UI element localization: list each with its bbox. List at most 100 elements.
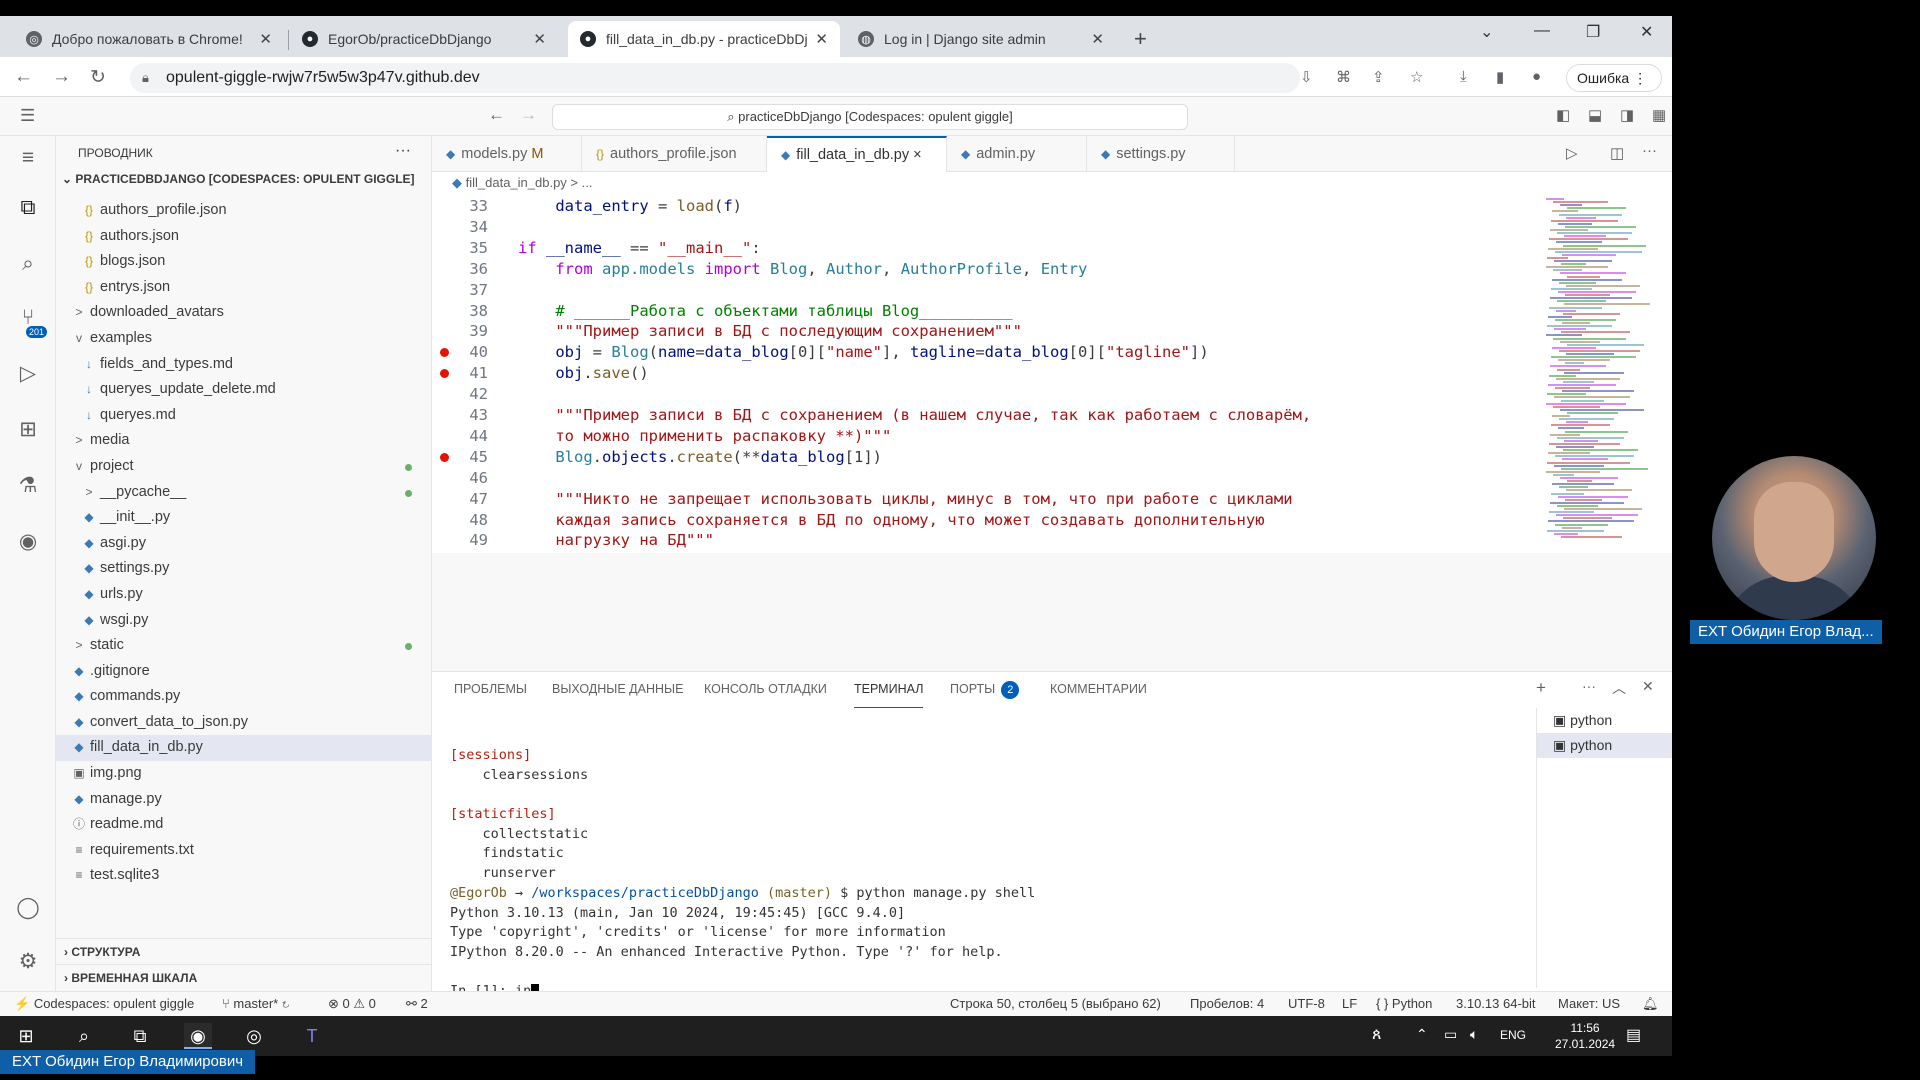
network-icon[interactable]: ▭ (1444, 1026, 1457, 1043)
file-tree-item[interactable]: ◆ asgi.py (56, 531, 432, 557)
menu-icon[interactable]: ☰ (20, 106, 35, 126)
action-center-icon[interactable]: ▤ (1626, 1025, 1641, 1045)
bookmark-star-icon[interactable]: ☆ (1410, 68, 1423, 86)
file-tree-item[interactable]: {} entrys.json (56, 275, 432, 301)
breadcrumb[interactable]: ◆ fill_data_in_db.py > ... (432, 172, 1672, 194)
command-center[interactable]: ⌕ practiceDbDjango [Codespaces: opulent … (552, 104, 1188, 130)
new-tab-button[interactable]: + (1134, 26, 1147, 52)
branch-indicator[interactable]: ⑂ master* ↻ (222, 996, 290, 1011)
search-icon[interactable]: ⌕ (70, 1023, 98, 1049)
clock[interactable]: 11:56 27.01.2024 (1555, 1020, 1615, 1052)
more-actions-icon[interactable]: ··· (1642, 142, 1657, 159)
file-tree-item[interactable]: > static (56, 633, 432, 659)
editor-tab-settings[interactable]: ◆ settings.py (1087, 136, 1235, 172)
close-icon[interactable]: ✕ (533, 30, 546, 48)
close-panel-icon[interactable]: ✕ (1642, 678, 1654, 695)
file-tree-item[interactable]: ◆ wsgi.py (56, 608, 432, 634)
file-tree-item[interactable]: ◆ __init__.py (56, 505, 432, 531)
new-terminal-icon[interactable]: + (1536, 678, 1546, 698)
language-indicator[interactable]: ENG (1500, 1028, 1526, 1042)
tab-ports[interactable]: ПОРТЫ 2 (950, 672, 1020, 708)
search-icon[interactable]: ⌕ (16, 252, 40, 276)
outline-section[interactable]: › СТРУКТУРА (56, 938, 432, 964)
tab-output[interactable]: ВЫХОДНЫЕ ДАННЫЕ (552, 672, 683, 708)
forward-icon[interactable]: → (52, 66, 71, 88)
browser-tab-chrome-welcome[interactable]: ◎ Добро пожаловать в Chrome! ✕ (14, 21, 284, 57)
language-mode[interactable]: { } Python (1376, 996, 1432, 1011)
file-tree-item[interactable]: > __pycache__ (56, 480, 432, 506)
indentation[interactable]: Пробелов: 4 (1190, 996, 1264, 1011)
editor-tab-authors-profile[interactable]: {} authors_profile.json (582, 136, 767, 172)
problems-indicator[interactable]: ⊗ 0 ⚠ 0 (328, 996, 376, 1012)
remote-indicator[interactable]: ⚡ Codespaces: opulent giggle (14, 996, 194, 1012)
download-icon[interactable]: ⤓ (1460, 68, 1467, 85)
file-tree-item[interactable]: > media (56, 428, 432, 454)
terminal-list-item[interactable]: ▣ python (1537, 733, 1672, 758)
file-tree-item[interactable]: ↓ queryes_update_delete.md (56, 377, 432, 403)
editor-tab-models[interactable]: ◆ models.py M (432, 136, 582, 172)
file-tree-item[interactable]: ◆ commands.py (56, 684, 432, 710)
cursor-position[interactable]: Строка 50, столбец 5 (выбрано 62) (950, 996, 1161, 1011)
tab-search-icon[interactable]: ⌄ (1480, 22, 1493, 42)
testing-icon[interactable]: ⚗ (16, 474, 40, 498)
file-tree-item[interactable]: ◆ fill_data_in_db.py (56, 735, 432, 762)
volume-icon[interactable]: 🔈︎ (1470, 1026, 1478, 1043)
editor-tab-admin[interactable]: ◆ admin.py (947, 136, 1087, 172)
terminal-list-item[interactable]: ▣ python (1537, 708, 1672, 733)
account-icon[interactable]: ◯ (16, 896, 40, 920)
line-endings[interactable]: LF (1342, 996, 1357, 1011)
close-icon[interactable]: × (913, 147, 921, 163)
extensions-icon[interactable]: ⊞ (16, 418, 40, 442)
settings-gear-icon[interactable]: ⚙ (16, 950, 40, 974)
menu-icon[interactable]: ≡ (16, 146, 40, 170)
browser-tab-codespace[interactable]: ● fill_data_in_db.py - practiceDbDjango … (568, 21, 840, 57)
more-actions-icon[interactable]: ··· (395, 142, 411, 160)
file-tree-item[interactable]: ↓ fields_and_types.md (56, 352, 432, 378)
file-tree-item[interactable]: {} blogs.json (56, 249, 432, 275)
terminal-output[interactable]: [sessions] clearsessions [staticfiles] c… (450, 746, 1035, 1002)
teams-icon[interactable]: T (298, 1023, 326, 1049)
file-tree-item[interactable]: ⓘ readme.md (56, 812, 432, 838)
back-icon[interactable]: ← (14, 66, 33, 88)
file-tree-item[interactable]: ≡ requirements.txt (56, 838, 432, 864)
close-icon[interactable]: ✕ (1091, 30, 1104, 48)
customize-layout-icon[interactable]: ▦ (1652, 106, 1666, 124)
tab-comments[interactable]: КОММЕНТАРИИ (1050, 672, 1147, 708)
tray-chevron-icon[interactable]: ⌃ (1416, 1026, 1428, 1043)
side-panel-icon[interactable]: ▮ (1496, 68, 1504, 86)
notifications-icon[interactable]: 🔔︎ (1642, 996, 1659, 1012)
github-icon[interactable]: ◉ (16, 530, 40, 554)
ports-indicator[interactable]: ⚯ 2 (406, 996, 428, 1012)
toggle-sidebar-icon[interactable]: ◧ (1556, 106, 1570, 124)
toggle-secondary-sidebar-icon[interactable]: ◨ (1620, 106, 1634, 124)
minimap[interactable] (1536, 194, 1672, 553)
share-icon[interactable]: ⇪ (1372, 68, 1385, 86)
timeline-section[interactable]: › ВРЕМЕННАЯ ШКАЛА (56, 964, 432, 990)
close-window-button[interactable]: ✕ (1640, 22, 1653, 42)
file-tree-item[interactable]: ◆ settings.py (56, 556, 432, 582)
run-debug-icon[interactable]: ▷ (16, 362, 40, 386)
run-icon[interactable]: ▷ (1566, 144, 1578, 162)
file-tree-item[interactable]: v examples (56, 326, 432, 352)
browser-tab-django-admin[interactable]: ◍ Log in | Django site admin ✕ (846, 21, 1116, 57)
file-tree-item[interactable]: {} authors.json (56, 224, 432, 250)
file-tree-item[interactable]: ▣ img.png (56, 761, 432, 787)
tab-problems[interactable]: ПРОБЛЕМЫ (454, 672, 527, 708)
close-icon[interactable]: ✕ (259, 30, 272, 48)
file-tree-item[interactable]: > downloaded_avatars (56, 300, 432, 326)
encoding[interactable]: UTF-8 (1288, 996, 1325, 1011)
close-icon[interactable]: ✕ (815, 30, 828, 48)
forward-icon[interactable]: → (520, 105, 537, 125)
minimize-button[interactable]: — (1534, 22, 1550, 40)
browser-tab-github-repo[interactable]: ● EgorOb/practiceDbDjango ✕ (290, 21, 558, 57)
toggle-panel-icon[interactable]: ⬓ (1588, 106, 1602, 124)
file-tree-item[interactable]: ◆ .gitignore (56, 659, 432, 685)
file-tree-item[interactable]: ≡ test.sqlite3 (56, 863, 432, 889)
app-icon[interactable]: ◎ (240, 1023, 268, 1049)
install-app-icon[interactable]: ⇩ (1300, 68, 1313, 86)
people-icon[interactable]: ጰ (1372, 1026, 1382, 1044)
tab-terminal[interactable]: ТЕРМИНАЛ (854, 672, 924, 708)
file-tree-item[interactable]: v project (56, 454, 432, 480)
restore-button[interactable]: ❐ (1586, 22, 1600, 42)
maximize-panel-icon[interactable]: ︿ (1612, 678, 1626, 698)
